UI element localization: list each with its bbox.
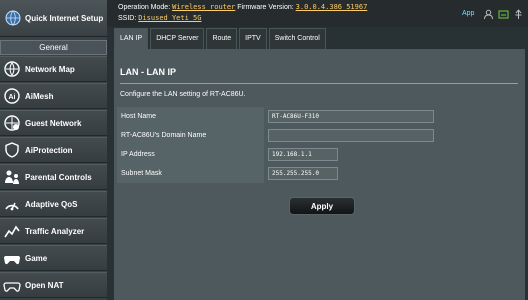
game-icon (4, 256, 20, 265)
ip-address-label: IP Address (117, 145, 264, 164)
sidebar-item-aiprotection[interactable]: AiProtection (0, 137, 107, 163)
sidebar-item-open-nat[interactable]: Open NAT (0, 272, 107, 298)
network-map-icon (4, 61, 20, 77)
quick-setup-label: Quick Internet Setup (25, 13, 104, 23)
parental-controls-icon (5, 170, 19, 184)
header-status-line: Operation Mode: Wireless router Firmware… (118, 3, 367, 11)
traffic-analyzer-icon (4, 225, 20, 238)
form-row-subnet-mask: Subnet Mask (117, 164, 521, 183)
domain-name-label: RT-AC86U's Domain Name (117, 126, 264, 145)
wifi-status-icon[interactable] (498, 9, 509, 20)
guest-network-icon (4, 115, 20, 131)
sidebar-item-label: Traffic Analyzer (25, 226, 85, 236)
main-panel: LAN - LAN IP Configure the LAN setting o… (114, 49, 525, 300)
ip-address-input[interactable] (268, 148, 338, 161)
ssid-label: SSID: (118, 15, 137, 22)
open-nat-icon (3, 282, 21, 292)
ssid-value: Disused_Yeti_5G (138, 14, 202, 22)
header-ssid-line: SSID: Disused_Yeti_5G (118, 14, 201, 22)
tab-lan-ip[interactable]: LAN IP (114, 28, 149, 49)
aiprotection-icon (5, 142, 19, 158)
adaptive-qos-icon (5, 202, 19, 211)
sidebar-item-label: Game (25, 253, 48, 263)
sidebar-item-network-map[interactable]: Network Map (0, 56, 107, 82)
usb-icon[interactable] (513, 9, 524, 20)
firmware-label: Firmware Version: (237, 4, 294, 11)
domain-name-input[interactable] (268, 129, 434, 142)
sidebar: Quick Internet Setup General Network Map… (0, 0, 107, 300)
sidebar-item-parental-controls[interactable]: Parental Controls (0, 164, 107, 190)
apply-button[interactable]: Apply (289, 197, 355, 215)
sidebar-item-label: Open NAT (25, 280, 64, 290)
tab-route[interactable]: Route (206, 28, 238, 49)
tab-switch-control[interactable]: Switch Control (268, 28, 326, 49)
page-description: Configure the LAN setting of RT-AC86U. (120, 91, 246, 98)
form-row-ip-address: IP Address (117, 145, 521, 164)
lan-ip-form: Host Name RT-AC86U's Domain Name IP Addr… (117, 107, 521, 183)
title-divider (120, 83, 518, 84)
sidebar-item-label: Adaptive QoS (25, 199, 78, 209)
aimesh-icon: Ai (4, 88, 20, 104)
sidebar-item-label: AiProtection (25, 145, 73, 155)
form-row-domain-name: RT-AC86U's Domain Name (117, 126, 521, 145)
user-icon[interactable] (483, 9, 494, 20)
page-title: LAN - LAN IP (120, 67, 176, 77)
sidebar-item-adaptive-qos[interactable]: Adaptive QoS (0, 191, 107, 217)
tab-iptv[interactable]: IPTV (239, 28, 267, 49)
op-mode-link[interactable]: Wireless router (172, 3, 235, 11)
tab-bar: LAN IP DHCP Server Route IPTV Switch Con… (114, 28, 328, 49)
sidebar-item-aimesh[interactable]: Ai AiMesh (0, 83, 107, 109)
sidebar-item-label: Network Map (25, 64, 75, 74)
sidebar-item-label: Guest Network (25, 118, 82, 128)
subnet-mask-input[interactable] (268, 167, 338, 180)
svg-text:Ai: Ai (9, 94, 16, 101)
section-general: General (0, 40, 107, 55)
host-name-input[interactable] (268, 110, 434, 123)
subnet-mask-label: Subnet Mask (117, 164, 264, 183)
app-link[interactable]: App (462, 10, 474, 17)
host-name-label: Host Name (117, 107, 264, 126)
globe-icon (5, 10, 21, 26)
tab-dhcp-server[interactable]: DHCP Server (150, 28, 205, 49)
sidebar-item-traffic-analyzer[interactable]: Traffic Analyzer (0, 218, 107, 244)
firmware-link[interactable]: 3.0.0.4.386_51967 (296, 3, 368, 11)
sidebar-item-label: AiMesh (25, 91, 54, 101)
quick-internet-setup-button[interactable]: Quick Internet Setup (0, 0, 107, 37)
header: Operation Mode: Wireless router Firmware… (107, 0, 528, 27)
sidebar-item-label: Parental Controls (25, 172, 92, 182)
sidebar-item-guest-network[interactable]: Guest Network (0, 110, 107, 136)
form-row-host-name: Host Name (117, 107, 521, 126)
op-mode-label: Operation Mode: (118, 4, 171, 11)
sidebar-item-game[interactable]: Game (0, 245, 107, 271)
